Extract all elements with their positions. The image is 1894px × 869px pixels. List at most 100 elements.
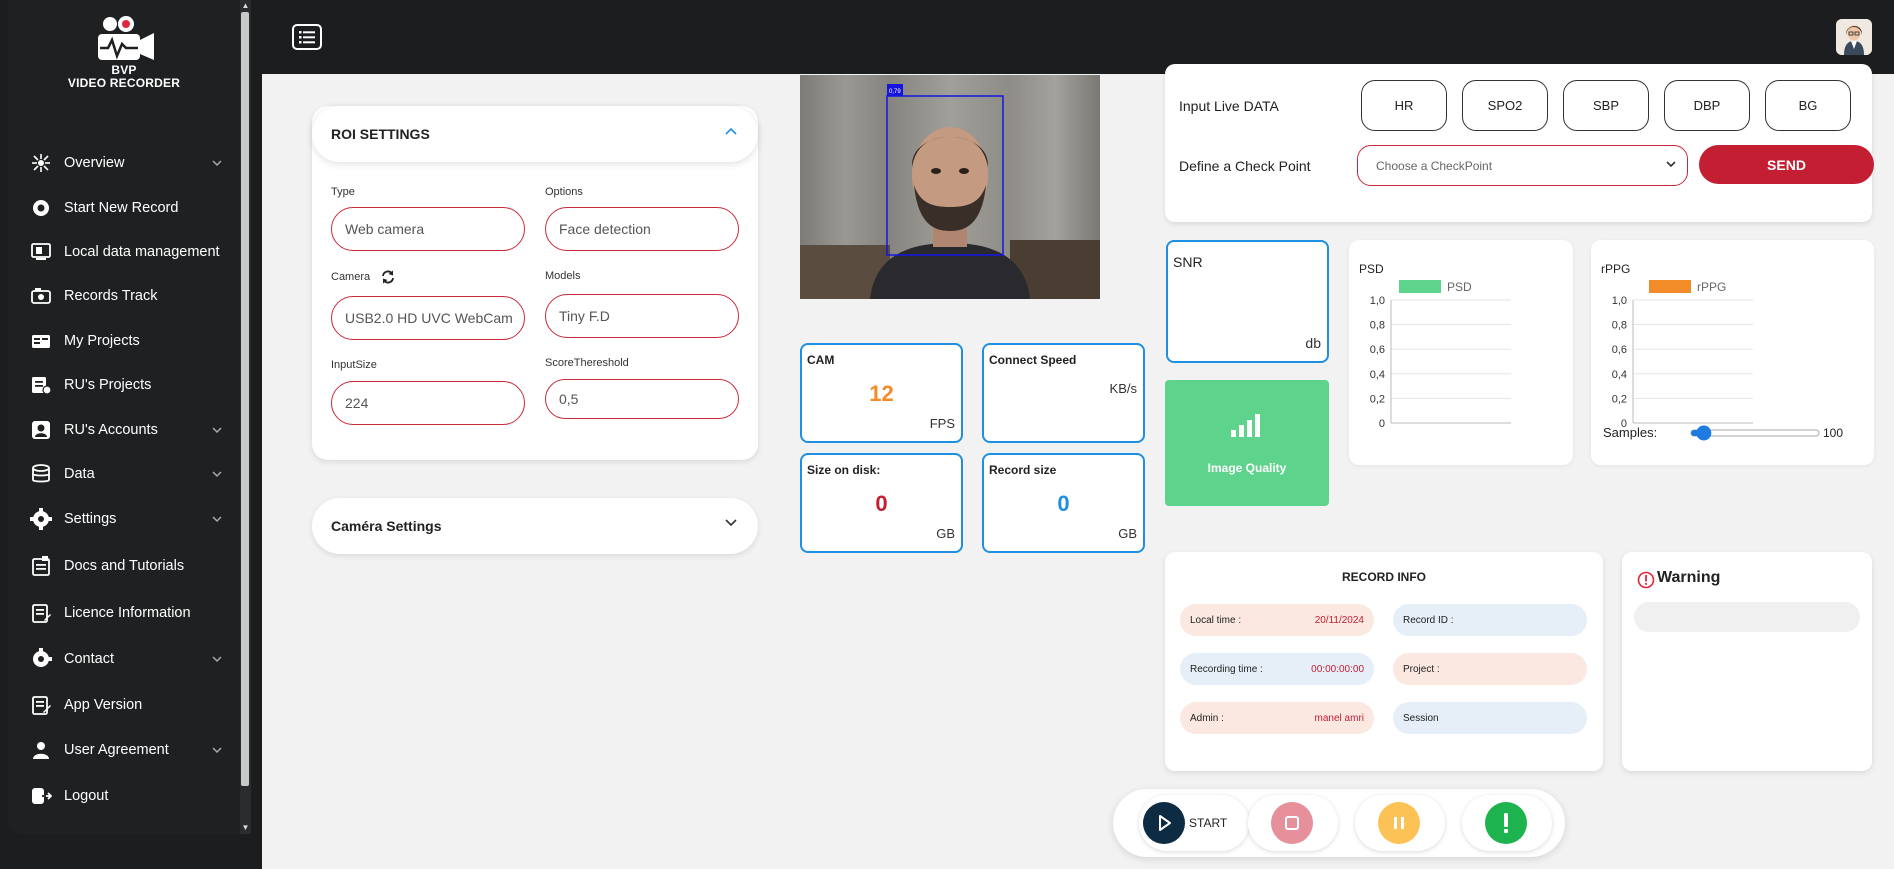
spo2-button[interactable]: SPO2 — [1462, 80, 1548, 131]
chevron-down-icon[interactable] — [210, 156, 224, 170]
admin-pill: Admin : manel amri — [1180, 702, 1374, 734]
session-label: Session — [1403, 712, 1439, 724]
roi-settings-panel: ROI SETTINGS Type Web camera Options Fac… — [312, 106, 758, 460]
sidebar-item-overview[interactable]: Overview — [28, 145, 224, 181]
scroll-down-icon[interactable]: ▼ — [240, 823, 251, 833]
bg-button[interactable]: BG — [1765, 80, 1851, 131]
chevron-down-icon[interactable] — [210, 743, 224, 757]
sidebar-item-record[interactable]: Start New Record — [28, 190, 224, 226]
sidebar-scrollbar[interactable]: ▲ ▼ — [240, 0, 251, 834]
y-tick-label: 0,6 — [1612, 344, 1627, 356]
sidebar-item-label: App Version — [64, 697, 143, 713]
alert-button[interactable] — [1462, 795, 1552, 851]
sidebar-item-licence[interactable]: Licence Information — [28, 595, 224, 631]
sidebar-item-local-data[interactable]: Local data management — [28, 234, 224, 270]
licence-icon — [28, 600, 54, 626]
overview-icon — [28, 150, 54, 176]
sidebar-item-docs[interactable]: Docs and Tutorials — [28, 548, 224, 584]
exclamation-icon — [1485, 802, 1527, 844]
camera-settings-panel[interactable]: Caméra Settings — [312, 498, 758, 554]
sidebar-item-app-version[interactable]: App Version — [28, 687, 224, 723]
checkpoint-select[interactable]: Choose a CheckPoint — [1357, 145, 1688, 186]
chevron-up-icon[interactable] — [724, 126, 738, 136]
size-on-disk-label: Size on disk: — [807, 463, 881, 477]
input-size-label: InputSize — [331, 359, 377, 371]
send-button[interactable]: SEND — [1699, 145, 1874, 184]
samples-value: 100 — [1823, 426, 1843, 440]
sidebar-item-records-track[interactable]: Records Track — [28, 278, 224, 314]
sidebar-item-label: RU's Projects — [64, 377, 152, 393]
record-size-label: Record size — [989, 463, 1057, 477]
checkpoint-placeholder: Choose a CheckPoint — [1376, 158, 1493, 173]
accounts-icon — [28, 417, 54, 443]
type-field[interactable]: Web camera — [331, 207, 525, 251]
options-field[interactable]: Face detection — [545, 207, 739, 251]
snr-unit: db — [1305, 335, 1321, 351]
start-button[interactable]: START — [1139, 795, 1249, 851]
y-tick-label: 1,0 — [1612, 295, 1627, 307]
refresh-icon[interactable] — [380, 269, 396, 285]
chevron-down-icon[interactable] — [724, 518, 738, 528]
legend-label: PSD — [1447, 280, 1472, 294]
score-threshold-field[interactable]: 0,5 — [545, 379, 739, 419]
user-avatar[interactable] — [1836, 19, 1872, 55]
sidebar-item-user[interactable]: User Agreement — [28, 732, 224, 768]
roi-settings-header[interactable]: ROI SETTINGS — [312, 106, 758, 162]
record-size-box: Record size 0 GB — [982, 453, 1145, 553]
sidebar-item-label: My Projects — [64, 333, 140, 349]
image-quality-button[interactable]: Image Quality — [1165, 380, 1329, 506]
cam-label: CAM — [807, 353, 835, 367]
input-size-field[interactable]: 224 — [331, 381, 525, 425]
y-tick-label: 0,8 — [1370, 320, 1385, 332]
sidebar-item-gear[interactable]: Settings — [28, 501, 224, 537]
size-on-disk-value: 0 — [875, 491, 888, 516]
sidebar-item-accounts[interactable]: RU's Accounts — [28, 412, 224, 448]
local-time-value: 20/11/2024 — [1314, 614, 1364, 626]
top-bar — [262, 0, 1894, 74]
scrollbar-thumb[interactable] — [241, 12, 249, 786]
start-label: START — [1189, 816, 1228, 830]
user-icon — [28, 737, 54, 763]
samples-slider-thumb[interactable] — [1696, 425, 1712, 441]
sidebar-item-label: Contact — [64, 651, 114, 667]
chevron-down-icon[interactable] — [210, 467, 224, 481]
stop-button[interactable] — [1248, 795, 1338, 851]
camera-field[interactable]: USB2.0 HD UVC WebCam — [331, 296, 525, 340]
camera-settings-title: Caméra Settings — [331, 518, 442, 534]
app-logo: BVP VIDEO RECORDER — [8, 14, 240, 90]
data-icon — [28, 461, 54, 487]
stop-icon — [1271, 802, 1313, 844]
sidebar-item-logout[interactable]: Logout — [28, 778, 224, 814]
y-tick-label: 0,2 — [1370, 393, 1385, 405]
record-size-unit: GB — [1118, 526, 1137, 541]
sidebar: BVP VIDEO RECORDER Overview Start New Rec… — [8, 0, 251, 834]
pause-icon — [1378, 802, 1420, 844]
chevron-down-icon[interactable] — [210, 512, 224, 526]
camera-label: Camera — [331, 271, 371, 283]
list-icon — [299, 31, 315, 44]
sidebar-item-label: RU's Accounts — [64, 422, 158, 438]
sbp-button[interactable]: SBP — [1563, 80, 1649, 131]
size-on-disk-box: Size on disk: 0 GB — [800, 453, 963, 553]
menu-toggle-button[interactable] — [292, 24, 322, 50]
dbp-button[interactable]: DBP — [1664, 80, 1750, 131]
scroll-up-icon[interactable]: ▲ — [240, 1, 251, 11]
sidebar-item-ru-projects[interactable]: RU's Projects — [28, 367, 224, 403]
pause-button[interactable] — [1355, 795, 1445, 851]
checkpoint-label: Define a Check Point — [1179, 158, 1311, 174]
sidebar-item-contact[interactable]: Contact — [28, 641, 224, 677]
snr-label: SNR — [1173, 254, 1203, 270]
sidebar-item-label: Logout — [64, 788, 109, 804]
models-field[interactable]: Tiny F.D — [545, 294, 739, 338]
chevron-down-icon[interactable] — [210, 423, 224, 437]
hr-button[interactable]: HR — [1361, 80, 1447, 131]
detection-score-label: 0,79 — [889, 89, 901, 95]
sidebar-item-projects[interactable]: My Projects — [28, 323, 224, 359]
recording-time-value: 00:00:00:00 — [1311, 663, 1364, 675]
sidebar-item-data[interactable]: Data — [28, 456, 224, 492]
chevron-down-icon[interactable] — [210, 652, 224, 666]
admin-label: Admin : — [1190, 712, 1224, 724]
sidebar-item-label: Settings — [64, 511, 117, 527]
gear-icon — [28, 506, 54, 532]
docs-icon — [28, 553, 54, 579]
